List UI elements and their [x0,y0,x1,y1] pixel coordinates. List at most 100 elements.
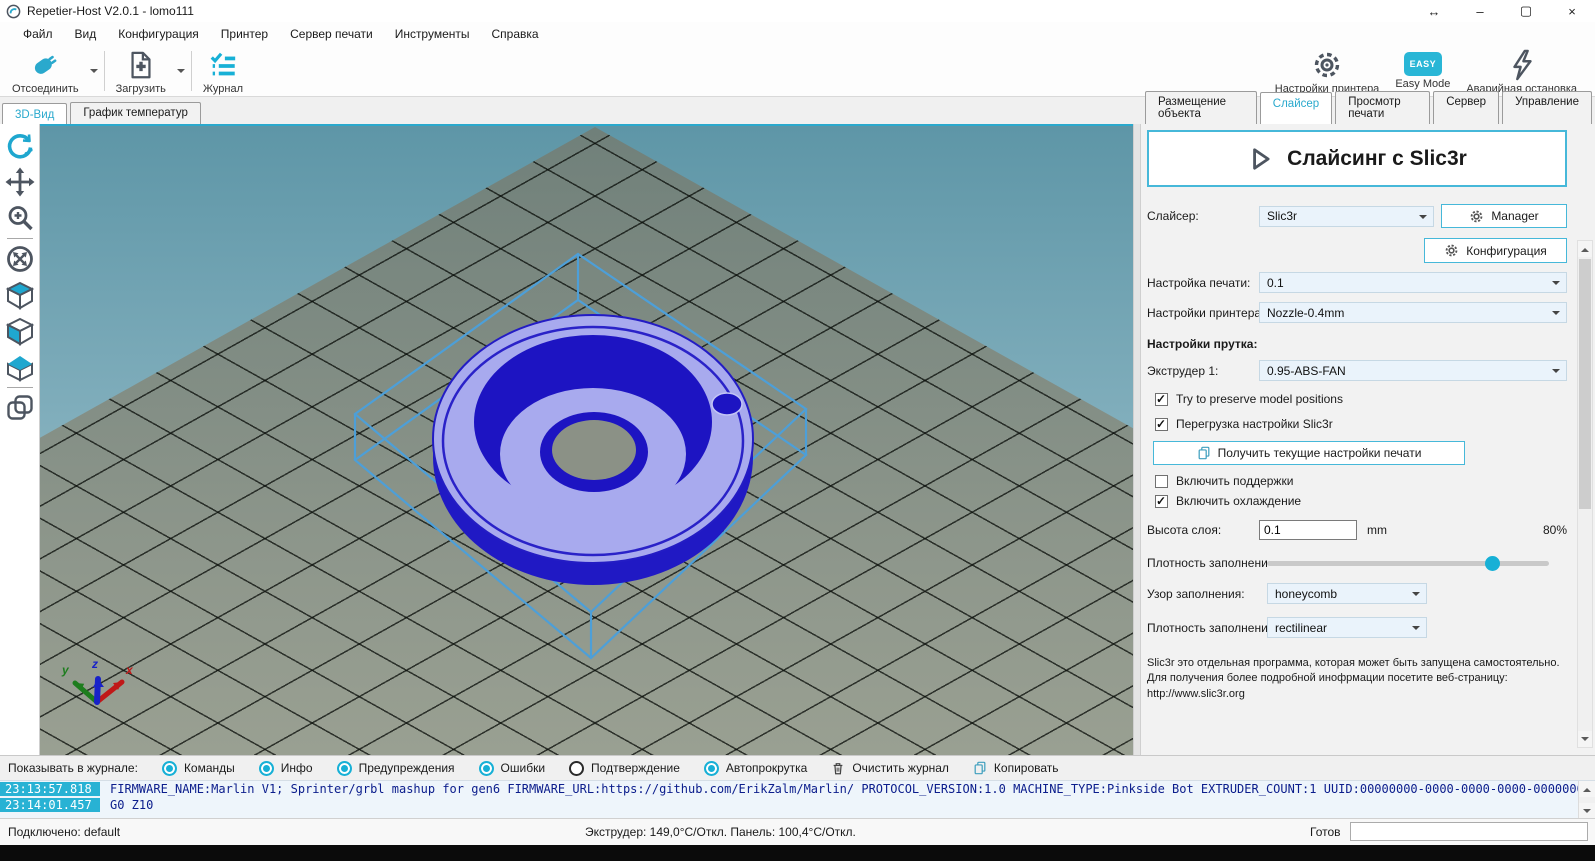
log-scrollbar[interactable] [1578,781,1595,818]
radio-icon [569,761,584,776]
enable-cooling-checkbox[interactable]: Включить охлаждение [1147,494,1567,508]
print-setting-select[interactable]: 0.1 [1259,272,1567,293]
journal-button[interactable]: Журнал [195,47,251,95]
main-toolbar: Отсоединить Загрузить Журнал Настройки п… [0,45,1595,97]
top-view-cube-icon [5,352,35,382]
play-icon [1247,145,1273,173]
zoom-view-button[interactable] [3,200,37,236]
scroll-down-icon[interactable] [1579,803,1595,818]
printer-settings-button[interactable]: Настройки принтера [1267,47,1388,95]
toggle-ack[interactable]: Подтверждение [569,761,680,776]
easy-badge: EASY [1404,52,1442,76]
tab-slicer[interactable]: Слайсер [1260,92,1332,125]
progress-bar [1350,822,1588,841]
menu-tools[interactable]: Инструменты [384,24,481,44]
scrollbar-thumb[interactable] [1579,259,1591,509]
menu-print-server[interactable]: Сервер печати [279,24,384,44]
axis-z-label: z [91,657,98,671]
isometric-view-button[interactable] [3,277,37,313]
disconnect-dropdown-arrow[interactable] [87,47,101,95]
move-icon [5,167,35,197]
menu-file[interactable]: Файл [12,24,64,44]
menu-printer[interactable]: Принтер [210,24,279,44]
top-view-button[interactable] [3,349,37,385]
copy-log-button[interactable]: Копировать [973,761,1059,775]
infill-percent-value: 80% [1543,523,1567,537]
disconnect-button[interactable]: Отсоединить [4,47,87,95]
printer-settings-select[interactable]: Nozzle-0.4mm [1259,302,1567,323]
window-title: Repetier-Host V2.0.1 - lomo111 [27,4,194,18]
menu-view[interactable]: Вид [64,24,108,44]
viewport-3d[interactable]: y z x [40,124,1133,755]
override-slic3r-checkbox[interactable]: Перегрузка настройки Slic3r [1147,417,1567,431]
clear-log-button[interactable]: Очистить журнал [831,761,949,776]
radio-icon [259,761,274,776]
menu-config[interactable]: Конфигурация [107,24,210,44]
log-area[interactable]: 23:13:57.818 FIRMWARE_NAME:Marlin V1; Sp… [0,780,1595,818]
ready-status: Готов [1310,825,1341,839]
scroll-up-icon[interactable] [1578,241,1592,257]
layer-height-input[interactable] [1259,520,1357,540]
app-window: Repetier-Host V2.0.1 - lomo111 ↔ – ▢ × Ф… [0,0,1595,861]
rotate-icon [5,131,35,161]
checkbox-icon [1155,475,1168,488]
scroll-down-icon[interactable] [1578,731,1592,747]
parallel-projection-button[interactable] [3,390,37,426]
load-dropdown-arrow[interactable] [174,47,188,95]
preserve-positions-checkbox[interactable]: Try to preserve model positions [1147,392,1567,406]
log-entry: 23:14:01.457 G0 Z10 [0,797,1595,813]
front-view-cube-icon [5,316,35,346]
copy-icon [973,761,987,775]
tab-temperature-graph[interactable]: График температур [70,102,201,124]
infill-pattern-select[interactable]: honeycomb [1267,583,1427,604]
tab-3d-view[interactable]: 3D-Вид [2,103,67,125]
move-view-button[interactable] [3,164,37,200]
slicer-select[interactable]: Slic3r [1259,206,1434,227]
support-pattern-select[interactable]: rectilinear [1267,617,1427,638]
configuration-button[interactable]: Конфигурация [1424,238,1567,263]
extruder1-select[interactable]: 0.95-ABS-FAN [1259,360,1567,381]
tab-object-placement[interactable]: Размещение объекта [1145,91,1257,124]
emergency-stop-button[interactable]: Аварийная остановка [1458,47,1585,95]
load-button[interactable]: Загрузить [108,47,174,95]
manager-button[interactable]: Manager [1441,204,1567,228]
maximize-button[interactable]: ▢ [1503,0,1549,22]
toggle-autoscroll[interactable]: Автопрокрутка [704,761,807,776]
axis-x-label: x [125,663,134,677]
front-view-button[interactable] [3,313,37,349]
minimize-button[interactable]: – [1457,0,1503,22]
main-area: y z x Слайсинг с Slic3r Слайсер: Slic3r … [0,124,1595,755]
view-tabs: 3D-Вид График температур [2,102,204,124]
tab-server[interactable]: Сервер [1433,91,1499,124]
toggle-errors[interactable]: Ошибки [479,761,546,776]
close-button[interactable]: × [1549,0,1595,22]
tab-control[interactable]: Управление [1502,91,1592,124]
toggle-warnings[interactable]: Предупреждения [337,761,455,776]
resize-icon[interactable]: ↔ [1411,0,1457,22]
slic3r-description: Slic3r это отдельная программа, которая … [1147,656,1567,702]
toggle-commands[interactable]: Команды [162,761,235,776]
panel-scrollbar[interactable] [1577,240,1593,748]
fit-view-button[interactable] [3,241,37,277]
panel-splitter[interactable] [1133,124,1141,755]
slice-with-slic3r-button[interactable]: Слайсинг с Slic3r [1147,130,1567,187]
connection-status: Подключено: default [8,825,120,839]
tab-print-preview[interactable]: Просмотр печати [1335,91,1430,124]
fetch-print-settings-button[interactable]: Получить текущие настройки печати [1153,441,1465,465]
log-entry: 23:13:57.818 FIRMWARE_NAME:Marlin V1; Sp… [0,781,1595,797]
rotate-view-button[interactable] [3,128,37,164]
slider-thumb[interactable] [1485,556,1500,571]
enable-supports-checkbox[interactable]: Включить поддержки [1147,474,1567,488]
title-bar: Repetier-Host V2.0.1 - lomo111 ↔ – ▢ × [0,0,1595,22]
scroll-up-icon[interactable] [1579,781,1595,797]
radio-icon [704,761,719,776]
axis-indicator: y z x [61,657,134,702]
menu-help[interactable]: Справка [481,24,550,44]
slicer-label: Слайсер: [1147,209,1259,223]
lightning-icon [1507,49,1537,81]
gear-icon [1469,209,1484,224]
journal-checklist-icon [207,50,239,80]
easy-mode-button[interactable]: EASY Easy Mode [1387,47,1458,95]
toggle-info[interactable]: Инфо [259,761,313,776]
infill-density-slider[interactable] [1267,561,1549,566]
